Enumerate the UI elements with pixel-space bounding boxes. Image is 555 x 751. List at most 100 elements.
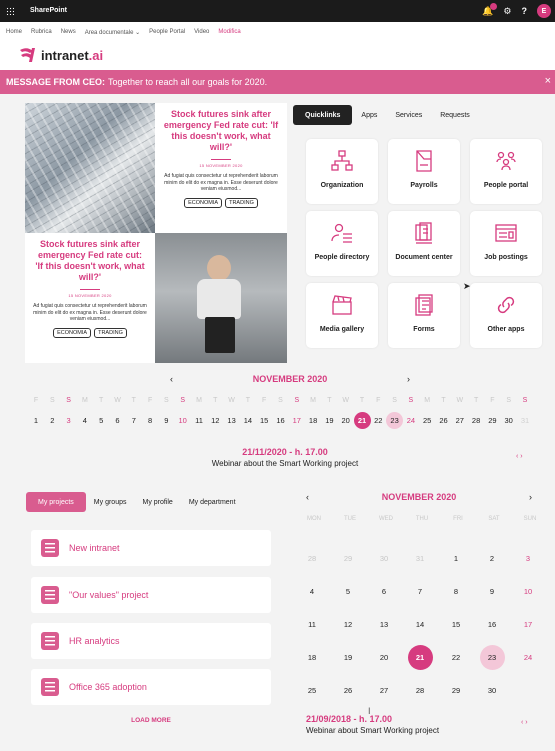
day-cell[interactable]: 28 (470, 416, 482, 425)
logo-text[interactable]: intranet.ai (41, 48, 103, 63)
tab-quicklinks[interactable]: Quicklinks (293, 105, 353, 125)
day-cell[interactable]: 27 (374, 686, 394, 695)
settings-gear-icon[interactable]: ⚙ (503, 6, 511, 17)
day-cell[interactable]: 30 (374, 554, 394, 563)
day-cell[interactable]: 27 (454, 416, 466, 425)
day-cell[interactable]: 22 (372, 416, 384, 425)
tab-services[interactable]: Services (386, 105, 431, 125)
nav-item-people-portal[interactable]: People Portal (149, 29, 185, 35)
day-cell[interactable]: 13 (374, 620, 394, 629)
day-cell[interactable]: 14 (242, 416, 254, 425)
strip-event[interactable]: 21/11/2020 - h. 17.00 Webinar about the … (150, 447, 420, 468)
close-icon[interactable]: × (545, 75, 551, 87)
project-item[interactable]: "Our values" project (31, 577, 271, 613)
tile-organization[interactable]: Organization (306, 139, 378, 204)
day-cell[interactable]: 6 (374, 587, 394, 596)
nav-item-home[interactable]: Home (6, 29, 22, 35)
day-cell[interactable]: 18 (307, 416, 319, 425)
help-icon[interactable]: ? (522, 6, 528, 16)
tile-job-postings[interactable]: Job postings (470, 211, 542, 276)
day-cell[interactable]: 1 (30, 416, 42, 425)
day-cell[interactable]: 18 (302, 653, 322, 662)
day-cell[interactable]: 16 (482, 620, 502, 629)
day-cell[interactable]: 9 (160, 416, 172, 425)
news-image-architecture[interactable] (25, 103, 155, 233)
day-cell[interactable]: 30 (482, 686, 502, 695)
day-cell[interactable]: 29 (338, 554, 358, 563)
day-cell[interactable]: 14 (410, 620, 430, 629)
tile-media-gallery[interactable]: Media gallery (306, 283, 378, 348)
day-cell[interactable]: 4 (302, 587, 322, 596)
user-avatar[interactable]: E (537, 4, 551, 18)
tile-document-center[interactable]: Document center (388, 211, 460, 276)
nav-item-modifica[interactable]: Modifica (218, 29, 240, 35)
day-cell[interactable]: 3 (63, 416, 75, 425)
load-more-button[interactable]: LOAD MORE (31, 717, 271, 724)
app-name[interactable]: SharePoint (30, 7, 67, 14)
day-cell[interactable]: 25 (302, 686, 322, 695)
day-cell[interactable]: 25 (421, 416, 433, 425)
day-cell[interactable]: 28 (302, 554, 322, 563)
day-cell[interactable]: 12 (338, 620, 358, 629)
day-cell[interactable]: 17 (518, 620, 538, 629)
news-title[interactable]: Stock futures sink after emergency Fed r… (163, 109, 279, 153)
day-cell[interactable]: 15 (446, 620, 466, 629)
day-cell[interactable]: 24 (518, 653, 538, 662)
nav-item-news[interactable]: News (61, 29, 76, 35)
day-cell[interactable]: 20 (374, 653, 394, 662)
intranet-logo-icon[interactable] (18, 47, 36, 63)
news-card[interactable]: Stock futures sink after emergency Fed r… (25, 233, 155, 363)
day-cell[interactable]: 24 (405, 416, 417, 425)
news-card[interactable]: Stock futures sink after emergency Fed r… (155, 103, 287, 233)
next-month-button[interactable]: › (407, 374, 410, 384)
day-cell[interactable]: 1 (446, 554, 466, 563)
day-cell[interactable]: 30 (503, 416, 515, 425)
day-cell[interactable]: 3 (518, 554, 538, 563)
day-cell[interactable]: 7 (410, 587, 430, 596)
tag-trading[interactable]: TRADING (94, 327, 127, 338)
event-pager-arrows[interactable]: ‹ › (521, 719, 528, 726)
day-cell[interactable]: 23 (482, 653, 502, 662)
day-cell[interactable]: 15 (258, 416, 270, 425)
nav-item-rubrica[interactable]: Rubrica (31, 29, 52, 35)
day-cell[interactable]: 10 (518, 587, 538, 596)
tile-other-apps[interactable]: Other apps (470, 283, 542, 348)
tag-economia[interactable]: ECONOMIA (184, 197, 223, 208)
tab-my-projects[interactable]: My projects (26, 492, 86, 512)
app-launcher-icon[interactable] (6, 7, 14, 15)
nav-item-area-documentale[interactable]: Area documentale ⌄ (85, 29, 140, 36)
day-cell[interactable]: 10 (177, 416, 189, 425)
day-cell[interactable]: 12 (209, 416, 221, 425)
day-cell[interactable]: 19 (323, 416, 335, 425)
day-cell[interactable]: 26 (338, 686, 358, 695)
nav-item-video[interactable]: Video (194, 29, 209, 35)
notifications-icon[interactable]: 🔔 (482, 2, 498, 17)
day-cell[interactable]: 31 (410, 554, 430, 563)
day-cell[interactable]: 23 (389, 416, 401, 425)
tile-forms[interactable]: Forms (388, 283, 460, 348)
tab-requests[interactable]: Requests (431, 105, 479, 125)
day-cell[interactable]: 6 (112, 416, 124, 425)
day-cell[interactable]: 11 (193, 416, 205, 425)
day-cell[interactable]: 4 (79, 416, 91, 425)
day-cell[interactable]: 16 (275, 416, 287, 425)
news-image-child[interactable] (155, 233, 287, 363)
project-item[interactable]: New intranet (31, 530, 271, 566)
project-item[interactable]: HR analytics (31, 623, 271, 659)
tag-trading[interactable]: TRADING (225, 197, 258, 208)
tab-apps[interactable]: Apps (352, 105, 386, 125)
day-cell[interactable]: 11 (302, 620, 322, 629)
day-cell[interactable]: 8 (446, 587, 466, 596)
day-cell[interactable]: 28 (410, 686, 430, 695)
day-cell[interactable]: 5 (95, 416, 107, 425)
news-title[interactable]: Stock futures sink after emergency Fed r… (33, 239, 147, 283)
tab-my-department[interactable]: My department (181, 492, 244, 512)
month-event[interactable]: 21/09/2018 - h. 17.00 Webinar about Smar… (306, 714, 536, 735)
day-cell[interactable]: 29 (486, 416, 498, 425)
event-pager-arrows[interactable]: ‹ › (516, 453, 523, 460)
day-cell[interactable]: 9 (482, 587, 502, 596)
day-cell[interactable]: 21 (356, 416, 368, 425)
prev-month-button[interactable]: ‹ (170, 374, 173, 384)
day-cell[interactable]: 5 (338, 587, 358, 596)
day-cell[interactable]: 2 (46, 416, 58, 425)
